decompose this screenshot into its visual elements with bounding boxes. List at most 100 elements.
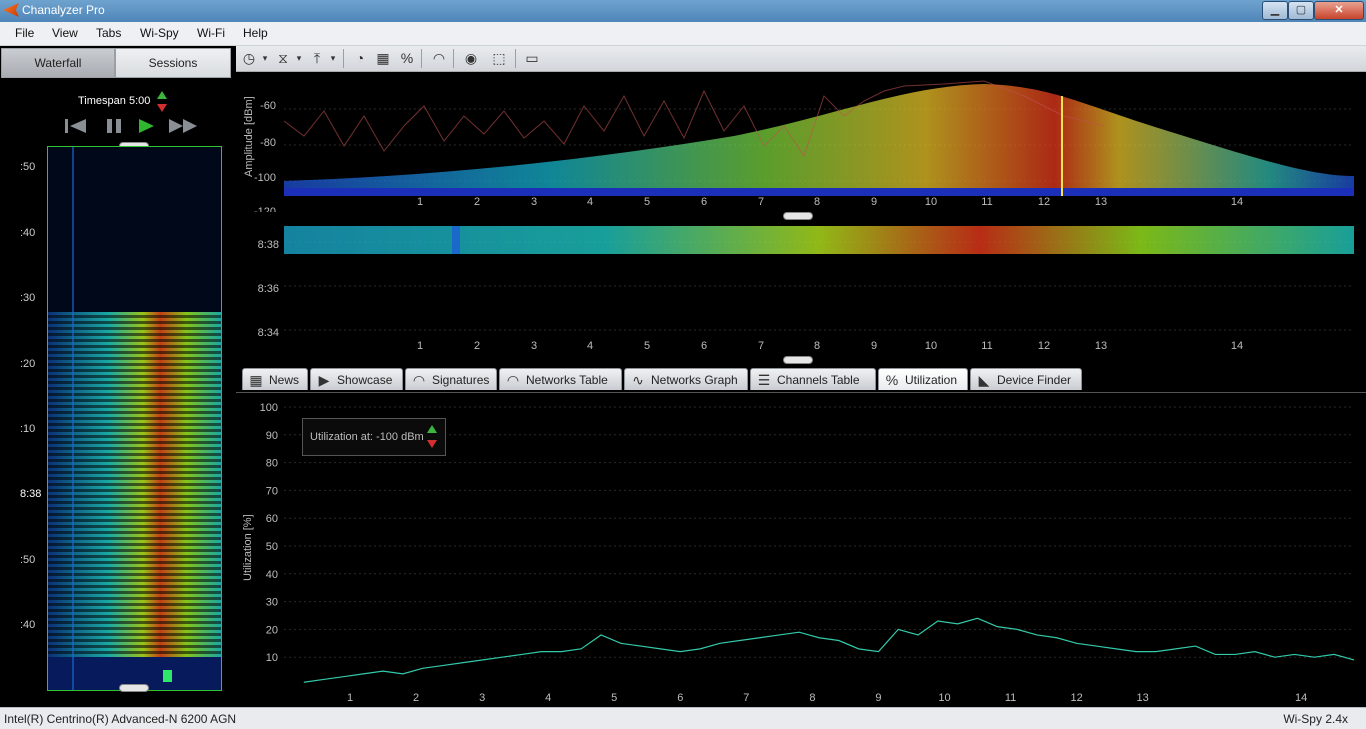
spectrum-resize-handle[interactable]	[783, 212, 813, 220]
x-tick: 8	[809, 692, 815, 704]
x-tick: 11	[1005, 692, 1016, 704]
x-tick: 9	[870, 196, 878, 208]
fast-forward-icon[interactable]	[168, 118, 200, 134]
waterfall-icon[interactable]: ▦	[374, 49, 392, 67]
toolbar: ◷ ▾ ⧖ ▾ ⤒ ▾ ◔ ▦ % ◠ ◉ ⬚ ▭	[236, 46, 1366, 72]
tab-signatures[interactable]: ◠ Signatures	[405, 368, 497, 390]
x-tick: 3	[479, 692, 485, 704]
x-tick: 2	[473, 196, 481, 208]
left-waterfall-plot[interactable]	[47, 146, 222, 691]
menu-file[interactable]: File	[15, 26, 34, 40]
y-tick: 100	[260, 402, 278, 414]
x-tick: 7	[757, 340, 765, 352]
y-tick: 90	[266, 430, 278, 442]
play-icon[interactable]	[137, 118, 155, 134]
time-label: :50	[20, 161, 36, 173]
x-tick: 11	[981, 196, 993, 208]
minimize-button[interactable]: ▁	[1262, 1, 1288, 20]
window-icon[interactable]: ▭	[523, 49, 541, 67]
y-tick: 8:36	[257, 283, 279, 295]
x-tick: 12	[1070, 692, 1082, 704]
x-tick: 12	[1037, 340, 1051, 352]
tab-waterfall[interactable]: Waterfall	[1, 48, 115, 78]
timespan-up-icon[interactable]	[157, 91, 167, 99]
x-tick: 5	[643, 196, 651, 208]
tab-networks-graph[interactable]: ∿ Networks Graph	[624, 368, 748, 390]
waterfall-bottom-handle[interactable]	[119, 684, 149, 692]
play-icon: ▶	[318, 372, 330, 388]
utilization-line	[303, 617, 1355, 683]
wifi-icon[interactable]: ◠	[430, 49, 448, 67]
x-tick: 10	[938, 692, 950, 704]
y-tick: 8:38	[257, 239, 279, 251]
dropdown-icon[interactable]: ▾	[328, 49, 338, 67]
tab-news[interactable]: ▦ News	[242, 368, 308, 390]
y-tick: 60	[266, 513, 278, 525]
threshold-down-icon[interactable]	[427, 440, 437, 448]
tab-networks-table[interactable]: ◠ Networks Table	[499, 368, 622, 390]
x-tick: 7	[743, 692, 749, 704]
utilization-threshold-control[interactable]: Utilization at: -100 dBm	[302, 418, 446, 456]
toolbar-separator	[343, 49, 344, 68]
timespan-down-icon[interactable]	[157, 104, 167, 112]
time-label: :50	[20, 554, 36, 566]
dropdown-icon[interactable]: ▾	[294, 49, 304, 67]
x-tick: 10	[924, 340, 938, 352]
x-tick: 6	[677, 692, 683, 704]
y-tick: 70	[266, 485, 278, 497]
tab-label: Utilization	[905, 373, 958, 387]
spectrum-x-axis: 1 2 3 4 5 6 7 8 9 10 11 12 13 14	[284, 196, 1354, 212]
adapter-status: Intel(R) Centrino(R) Advanced-N 6200 AGN	[4, 712, 237, 726]
menu-view[interactable]: View	[52, 26, 78, 40]
tab-utilization[interactable]: % Utilization	[878, 368, 968, 390]
x-tick: 5	[643, 340, 651, 352]
x-tick: 14	[1295, 692, 1307, 704]
x-tick: 5	[611, 692, 617, 704]
content-tabs: ▦ News ▶ Showcase ◠ Signatures ◠ Networks Ta…	[236, 367, 1366, 391]
skip-back-icon[interactable]	[64, 118, 88, 134]
clock-icon[interactable]: ◷	[240, 49, 258, 67]
tab-sessions[interactable]: Sessions	[115, 48, 231, 78]
dropdown-icon[interactable]: ▾	[260, 49, 270, 67]
x-tick: 11	[981, 340, 993, 352]
menu-wi-fi[interactable]: Wi-Fi	[197, 26, 225, 40]
window-title: Chanalyzer Pro	[22, 3, 105, 17]
x-tick: 13	[1094, 340, 1108, 352]
threshold-up-icon[interactable]	[427, 425, 437, 433]
news-icon: ▦	[249, 372, 263, 388]
device-status: Wi-Spy 2.4x	[1283, 712, 1348, 726]
x-tick: 4	[586, 340, 594, 352]
upload-icon[interactable]: ⤒	[308, 49, 326, 67]
title-bar: Chanalyzer Pro ▁ ▢ ✕	[0, 0, 1366, 22]
device-finder-icon: ◣	[978, 372, 990, 388]
menu-wi-spy[interactable]: Wi-Spy	[140, 26, 179, 40]
tab-device-finder[interactable]: ◣ Device Finder	[970, 368, 1082, 390]
tab-label: News	[269, 373, 300, 387]
tab-label: Device Finder	[997, 373, 1072, 387]
x-tick: 7	[757, 196, 765, 208]
selection-icon[interactable]: ⬚	[490, 49, 508, 67]
signature-icon: ◠	[412, 372, 426, 388]
x-tick: 1	[416, 340, 424, 352]
close-button[interactable]: ✕	[1314, 1, 1364, 20]
x-tick: 3	[530, 340, 538, 352]
filter-icon[interactable]: ⧖	[274, 49, 292, 67]
menu-help[interactable]: Help	[243, 26, 268, 40]
spectrum-plot[interactable]: Amplitude [dBm] -60 -80 -100 -120 1 2 3	[236, 72, 1366, 212]
mini-waterfall-canvas	[284, 226, 1354, 331]
timespan-label: Timespan 5:00	[78, 95, 151, 107]
menu-tabs[interactable]: Tabs	[96, 26, 121, 40]
percent-icon[interactable]: %	[398, 49, 416, 67]
time-label-current: 8:38	[20, 488, 42, 500]
tab-channels-table[interactable]: ☰ Channels Table	[750, 368, 876, 390]
gauge-icon[interactable]: ◔	[351, 49, 369, 67]
mini-waterfall-plot[interactable]: 8:38 8:36 8:34 1 2 3 4 5 6 7 8 9 10 11 1…	[236, 220, 1366, 360]
maximize-button[interactable]: ▢	[1288, 1, 1314, 20]
pause-icon[interactable]	[104, 118, 124, 134]
tab-showcase[interactable]: ▶ Showcase	[310, 368, 403, 390]
tab-label: Networks Table	[526, 373, 608, 387]
broadcast-icon[interactable]: ◉	[462, 49, 480, 67]
y-tick: 30	[266, 597, 278, 609]
spectrum-canvas	[284, 80, 1354, 196]
waterfall-resize-handle[interactable]	[783, 356, 813, 364]
